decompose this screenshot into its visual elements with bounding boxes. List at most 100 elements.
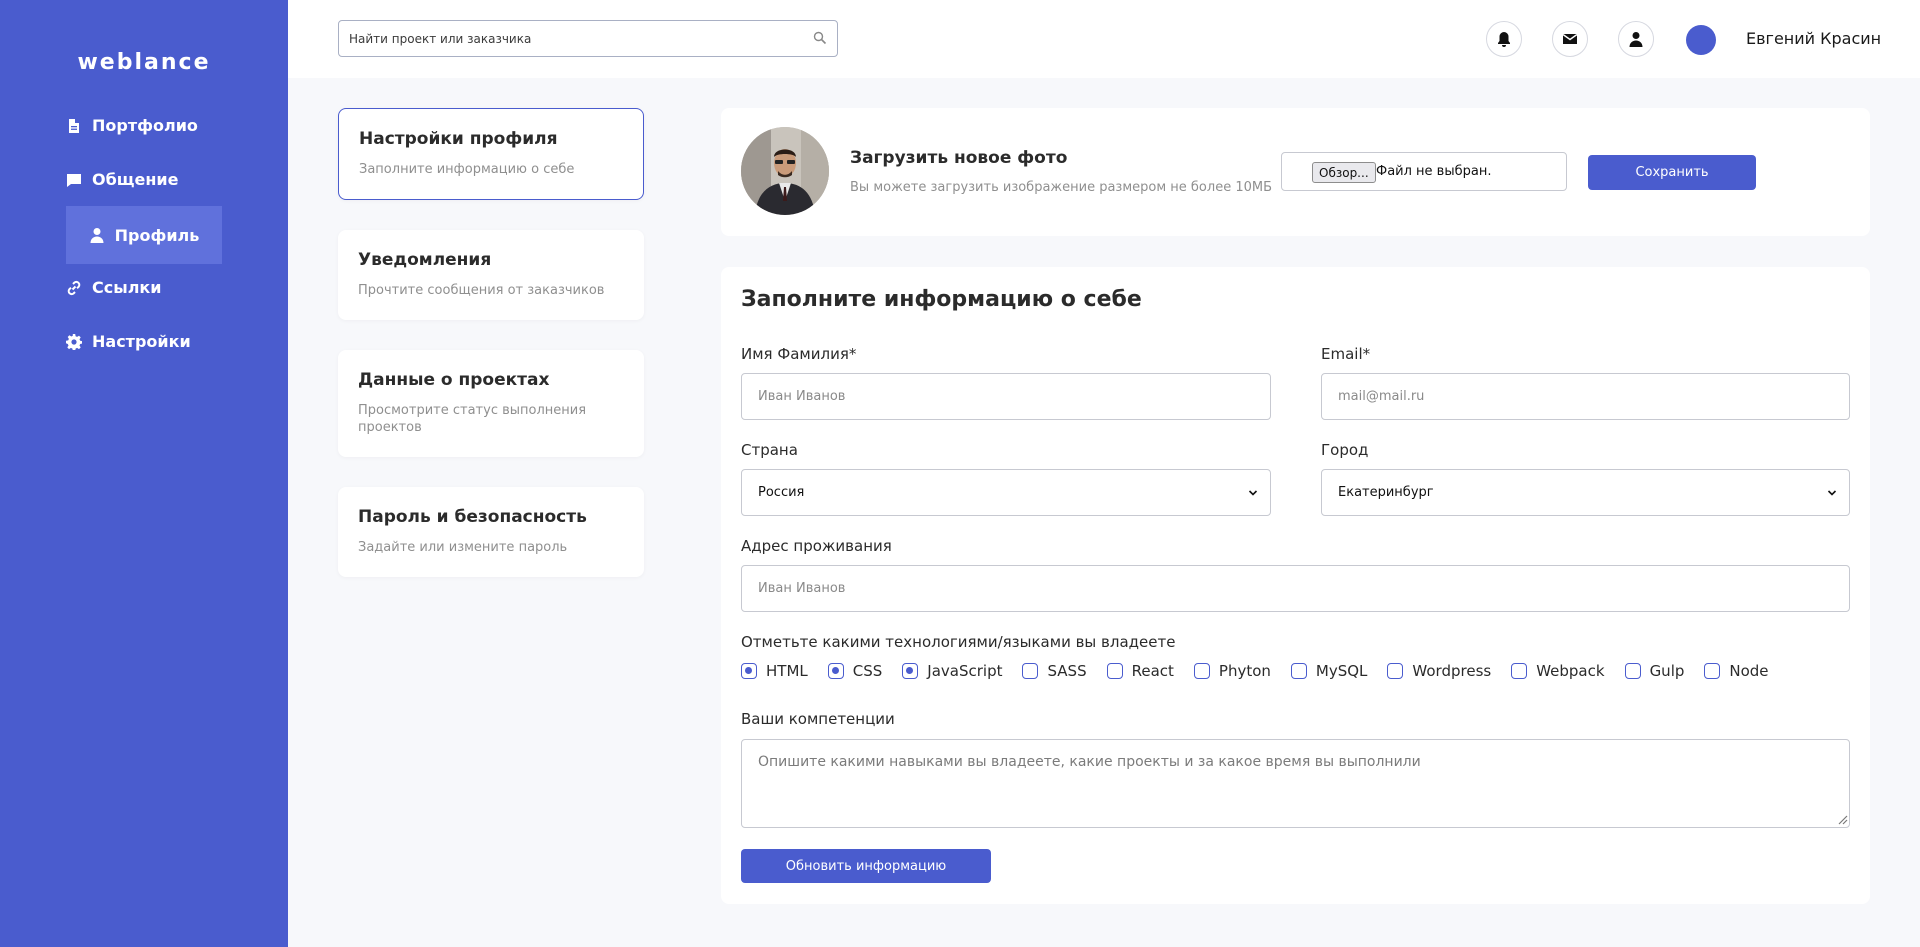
tech-option-label: MySQL [1315,662,1368,680]
gear-icon [66,333,82,350]
country-value: Россия [758,485,805,500]
sidebar-item-label: Общение [92,170,179,189]
checkbox[interactable] [1193,663,1210,679]
tech-label: Отметьте какими технологиями/языками вы … [741,633,1176,651]
messages-button[interactable] [1552,21,1588,57]
user-name[interactable]: Евгений Красин [1746,29,1881,48]
menu-card-title: Пароль и безопасность [358,507,587,527]
checkbox[interactable] [1704,663,1721,679]
city-select[interactable]: Екатеринбург [1321,469,1850,516]
city-value: Екатеринбург [1338,485,1434,500]
tech-option-node[interactable]: Node [1704,662,1769,680]
tech-option-html[interactable]: HTML [741,662,808,680]
file-input[interactable]: Обзор... Файл не выбран. [1281,152,1567,191]
tech-option-label: Webpack [1536,662,1605,680]
tech-option-wordpress[interactable]: Wordpress [1387,662,1491,680]
tech-option-label: JavaScript [927,662,1003,680]
name-field[interactable] [741,373,1271,420]
tech-option-webpack[interactable]: Webpack [1511,662,1605,680]
profile-form-card: Заполните информацию о себе Имя Фамилия*… [721,267,1870,904]
user-icon [90,228,104,243]
sidebar-item-settings[interactable]: Настройки [66,332,191,351]
checkbox[interactable] [741,663,757,679]
link-icon [67,280,81,295]
tech-option-javascript[interactable]: JavaScript [902,662,1002,680]
save-button[interactable]: Сохранить [1588,155,1756,190]
form-title: Заполните информацию о себе [741,287,1142,312]
checkbox[interactable] [1624,663,1641,679]
settings-menu-projects[interactable]: Данные о проектах Просмотрите статус вып… [338,350,644,457]
search-box [338,20,838,57]
tech-option-label: HTML [766,662,808,680]
avatar[interactable] [1686,25,1716,55]
logo[interactable]: weblance [0,50,288,75]
tech-option-label: SASS [1047,662,1087,680]
profile-photo [741,127,829,215]
top-bar: Евгений Красин [288,0,1920,78]
tech-option-label: Node [1729,662,1769,680]
tech-option-label: React [1131,662,1174,680]
sidebar-item-label: Портфолио [92,116,198,135]
settings-menu-notifications[interactable]: Уведомления Прочтите сообщения от заказч… [338,230,644,320]
browse-button[interactable]: Обзор... [1312,162,1376,183]
tech-option-mysql[interactable]: MySQL [1290,662,1368,680]
sidebar-item-label: Профиль [114,225,200,245]
sidebar-item-label: Настройки [92,332,191,351]
sidebar-item-label: Ссылки [92,278,162,297]
mail-icon [1562,33,1578,44]
checkbox[interactable] [1022,663,1039,679]
checkbox[interactable] [1290,663,1307,679]
chevron-down-icon [1248,490,1258,496]
sidebar-item-profile[interactable]: Профиль [66,206,222,264]
settings-menu-security[interactable]: Пароль и безопасность Задайте или измени… [338,487,644,577]
tech-option-css[interactable]: CSS [827,662,883,680]
name-label: Имя Фамилия* [741,345,857,363]
menu-card-desc: Просмотрите статус выполнения проектов [358,403,587,435]
menu-card-desc: Прочтите сообщения от заказчиков [358,283,605,298]
search-input[interactable] [349,21,799,56]
tech-option-gulp[interactable]: Gulp [1624,662,1685,680]
menu-card-desc: Задайте или измените пароль [358,540,568,555]
tech-option-label: Phyton [1218,662,1271,680]
upload-photo-hint: Вы можете загрузить изображение размером… [850,180,1273,195]
address-field[interactable] [741,565,1850,612]
country-label: Страна [741,441,798,459]
checkbox[interactable] [1106,663,1123,679]
notifications-button[interactable] [1486,21,1522,57]
checkbox[interactable] [1511,663,1528,679]
tech-option-label: CSS [852,662,883,680]
checkbox[interactable] [1387,663,1404,679]
checkbox[interactable] [902,663,919,679]
update-info-button[interactable]: Обновить информацию [741,849,991,883]
document-icon [69,118,79,133]
country-select[interactable]: Россия [741,469,1271,516]
sidebar-item-links[interactable]: Ссылки [66,278,161,297]
bell-icon [1498,32,1510,47]
tech-option-react[interactable]: React [1106,662,1174,680]
settings-menu-profile[interactable]: Настройки профиля Заполните информацию о… [338,108,644,200]
upload-photo-title: Загрузить новое фото [850,148,1068,168]
account-button[interactable] [1618,21,1654,57]
skills-textarea[interactable] [741,739,1850,828]
email-field[interactable] [1321,373,1850,420]
chevron-down-icon [1827,490,1837,496]
user-icon [1629,32,1643,47]
tech-option-sass[interactable]: SASS [1022,662,1087,680]
search-icon[interactable] [813,31,827,45]
sidebar-item-chat[interactable]: Общение [66,170,178,189]
menu-card-title: Уведомления [358,250,492,270]
resize-handle-icon[interactable] [1836,813,1848,825]
tech-option-phyton[interactable]: Phyton [1193,662,1271,680]
menu-card-title: Данные о проектах [358,370,550,390]
chat-icon [67,173,81,187]
sidebar-item-portfolio[interactable]: Портфолио [66,116,198,135]
email-label: Email* [1321,345,1371,363]
photo-upload-card: Загрузить новое фото Вы можете загрузить… [721,108,1870,236]
file-status: Файл не выбран. [1376,164,1492,179]
city-label: Город [1321,441,1369,459]
menu-card-title: Настройки профиля [359,129,558,149]
skills-label: Ваши компетенции [741,710,895,728]
checkbox[interactable] [827,663,844,679]
tech-option-label: Gulp [1649,662,1685,680]
address-label: Адрес проживания [741,537,892,555]
